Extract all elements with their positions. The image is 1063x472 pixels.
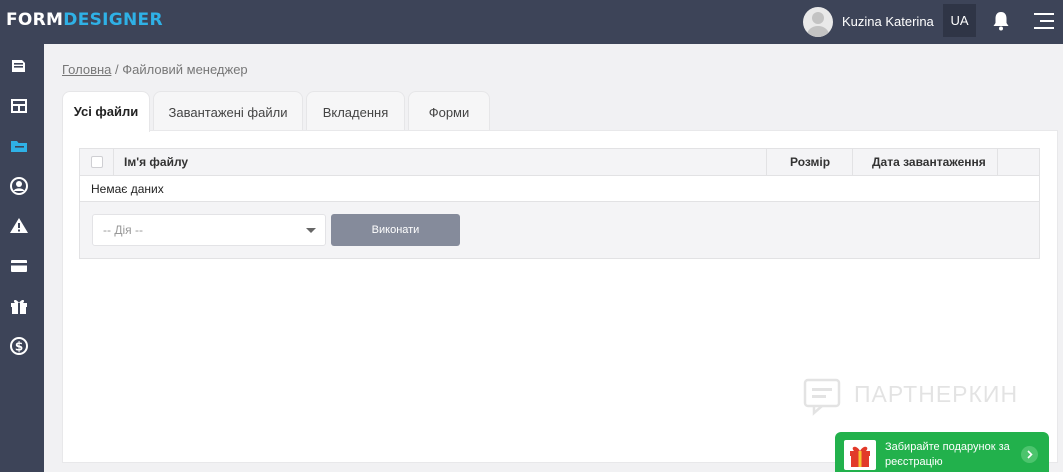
logo[interactable]: FORMDESIGNER xyxy=(6,11,163,29)
user-circle-icon[interactable] xyxy=(9,176,29,196)
empty-message: Немає даних xyxy=(80,176,1039,202)
folder-icon[interactable] xyxy=(9,136,29,156)
warning-icon[interactable] xyxy=(9,216,29,236)
breadcrumb-home-link[interactable]: Головна xyxy=(62,62,111,77)
hamburger-menu-icon[interactable] xyxy=(1034,12,1054,30)
avatar-body xyxy=(807,26,829,37)
chevron-down-icon xyxy=(306,228,316,233)
table-header: Ім'я файлу Розмір Дата завантаження xyxy=(80,149,1039,176)
chevron-right-icon[interactable] xyxy=(1021,446,1038,463)
promo-banner[interactable]: Забирайте подарунок за реєстрацію xyxy=(835,432,1049,472)
watermark-logo-icon xyxy=(803,378,841,416)
bell-icon[interactable] xyxy=(992,11,1010,31)
tab-uploaded-files[interactable]: Завантажені файли xyxy=(153,91,303,131)
credit-card-icon[interactable] xyxy=(9,256,29,276)
column-header-upload-date[interactable]: Дата завантаження xyxy=(872,149,986,176)
files-table: Ім'я файлу Розмір Дата завантаження Нема… xyxy=(79,148,1040,259)
column-header-size[interactable]: Розмір xyxy=(790,149,830,176)
avatar[interactable] xyxy=(803,7,833,37)
tab-forms[interactable]: Форми xyxy=(408,91,490,131)
execute-button[interactable]: Виконати xyxy=(331,214,460,246)
breadcrumb: Головна / Файловий менеджер xyxy=(62,62,248,78)
promo-text: Забирайте подарунок за реєстрацію xyxy=(885,441,1010,468)
svg-text:$: $ xyxy=(15,340,23,354)
promo-gift-icon xyxy=(844,440,876,470)
bulk-action-value: -- Дія -- xyxy=(103,223,143,237)
layout-icon[interactable] xyxy=(9,96,29,116)
select-all-checkbox[interactable] xyxy=(91,156,103,168)
watermark-text: ПАРТНЕРКИН xyxy=(854,381,1019,407)
top-bar: FORMDESIGNER Kuzina Katerina UA xyxy=(0,0,1063,44)
tab-all-files[interactable]: Усі файли xyxy=(62,91,150,132)
user-name[interactable]: Kuzina Katerina xyxy=(842,14,934,30)
tab-attachments[interactable]: Вкладення xyxy=(306,91,405,131)
logo-part-2: DESIGNER xyxy=(63,10,163,30)
column-header-filename[interactable]: Ім'я файлу xyxy=(124,149,188,176)
breadcrumb-separator: / xyxy=(111,62,123,77)
logo-part-1: FORM xyxy=(6,10,64,30)
language-button[interactable]: UA xyxy=(943,4,976,37)
file-icon[interactable] xyxy=(9,56,29,76)
avatar-head xyxy=(812,12,824,24)
dollar-icon[interactable]: $ xyxy=(9,336,29,356)
watermark: ПАРТНЕРКИН xyxy=(802,376,1017,418)
breadcrumb-current: Файловий менеджер xyxy=(122,62,248,77)
sidebar: $ xyxy=(0,44,44,472)
bulk-action-select[interactable]: -- Дія -- xyxy=(92,214,326,246)
gift-icon[interactable] xyxy=(9,296,29,316)
